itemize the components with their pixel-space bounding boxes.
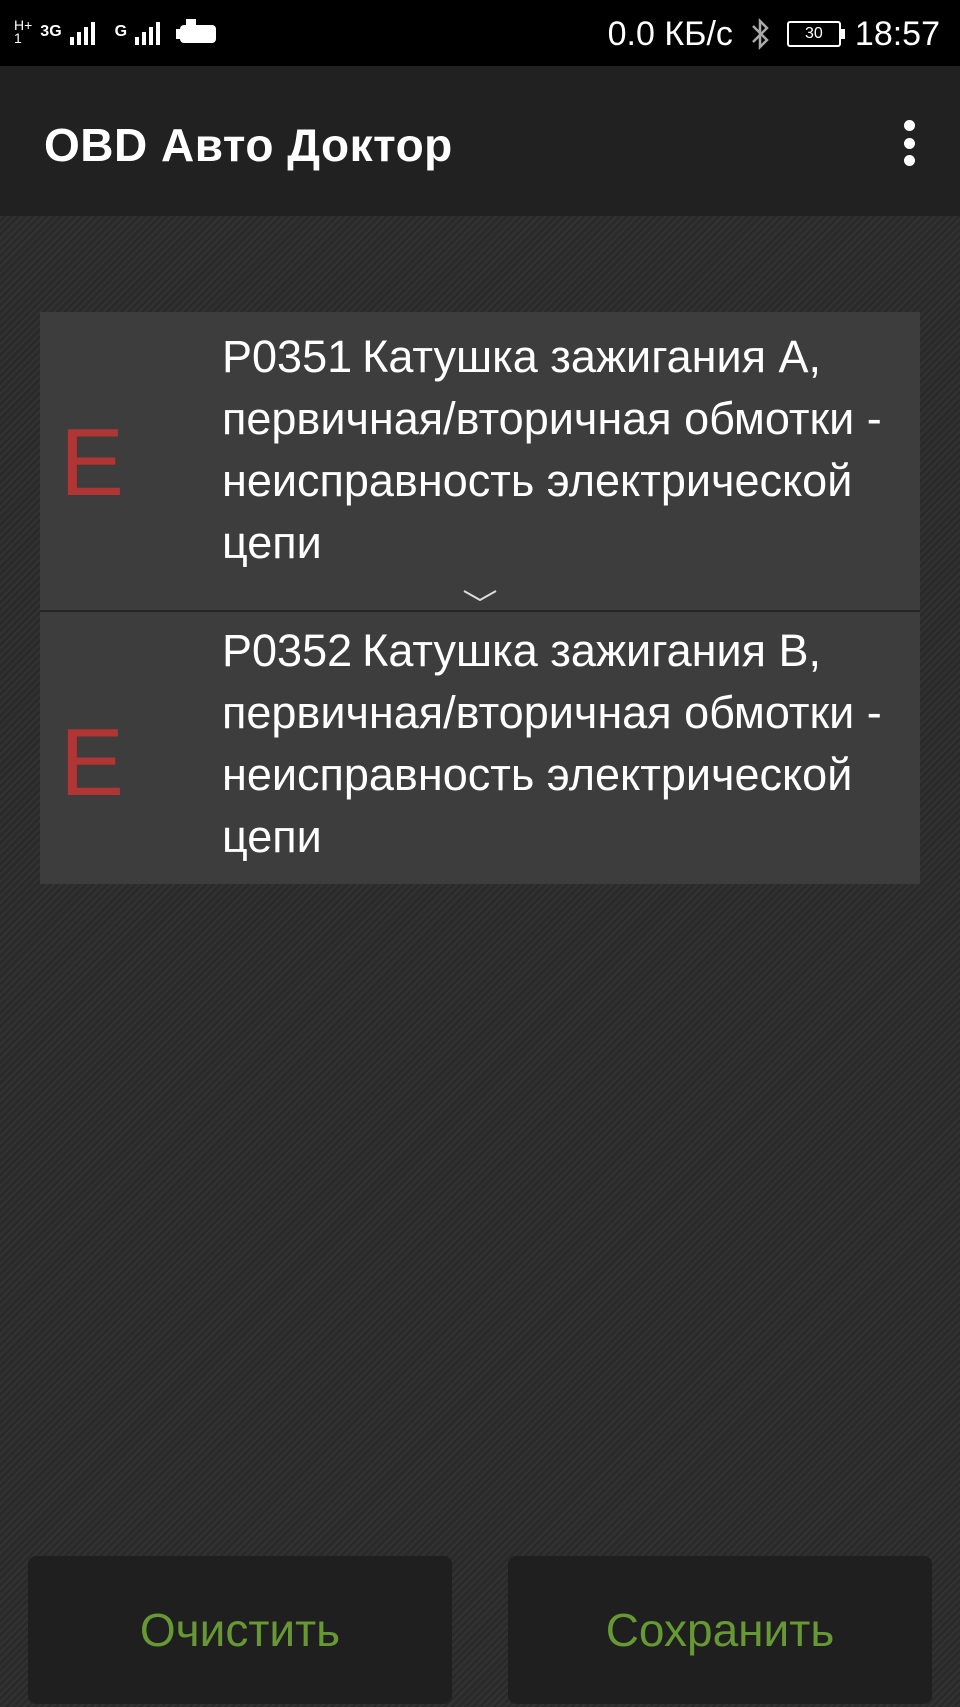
data-speed: 0.0 КБ/с bbox=[607, 14, 733, 53]
main-content: E P0351 Катушка зажигания A, первичная/вт… bbox=[0, 216, 960, 1707]
code-description: P0352 Катушка зажигания B, первичная/втор… bbox=[222, 620, 902, 868]
signal-icon bbox=[69, 19, 95, 45]
trouble-code-item[interactable]: E P0352 Катушка зажигания B, первичная/вт… bbox=[40, 610, 920, 884]
app-bar: OBD Авто Доктор bbox=[0, 66, 960, 216]
bluetooth-icon bbox=[752, 17, 769, 51]
severity-indicator: E bbox=[60, 409, 125, 516]
action-buttons: Очистить Сохранить bbox=[0, 1556, 960, 1706]
clock: 18:57 bbox=[854, 14, 940, 53]
network-label-1: 3G bbox=[40, 23, 62, 40]
more-vert-icon[interactable] bbox=[898, 120, 920, 166]
status-left: H+ 1 3G G bbox=[14, 12, 222, 52]
battery-icon: 30 bbox=[786, 21, 845, 47]
trouble-code-item[interactable]: E P0351 Катушка зажигания A, первичная/вт… bbox=[40, 312, 920, 610]
signal-icon bbox=[135, 19, 161, 45]
save-button[interactable]: Сохранить bbox=[508, 1556, 932, 1704]
code-id: P0352 bbox=[222, 625, 353, 676]
severity-indicator: E bbox=[60, 709, 125, 816]
chevron-down-icon[interactable] bbox=[462, 588, 498, 604]
code-id: P0351 bbox=[222, 331, 353, 382]
sim-1-label: 1 bbox=[14, 30, 22, 46]
code-description: P0351 Катушка зажигания A, первичная/втор… bbox=[222, 326, 902, 574]
battery-level: 30 bbox=[805, 25, 823, 42]
status-bar: H+ 1 3G G 0.0 КБ/с 30 18:57 bbox=[0, 0, 960, 66]
trouble-code-list: E P0351 Катушка зажигания A, первичная/вт… bbox=[40, 312, 920, 884]
network-label-2: G bbox=[114, 23, 128, 40]
status-right: 0.0 КБ/с 30 18:57 bbox=[608, 12, 940, 56]
clear-button[interactable]: Очистить bbox=[28, 1556, 452, 1704]
app-title: OBD Авто Доктор bbox=[44, 119, 453, 171]
network-type-1: H+ 1 bbox=[14, 18, 32, 46]
car-icon bbox=[176, 19, 217, 43]
